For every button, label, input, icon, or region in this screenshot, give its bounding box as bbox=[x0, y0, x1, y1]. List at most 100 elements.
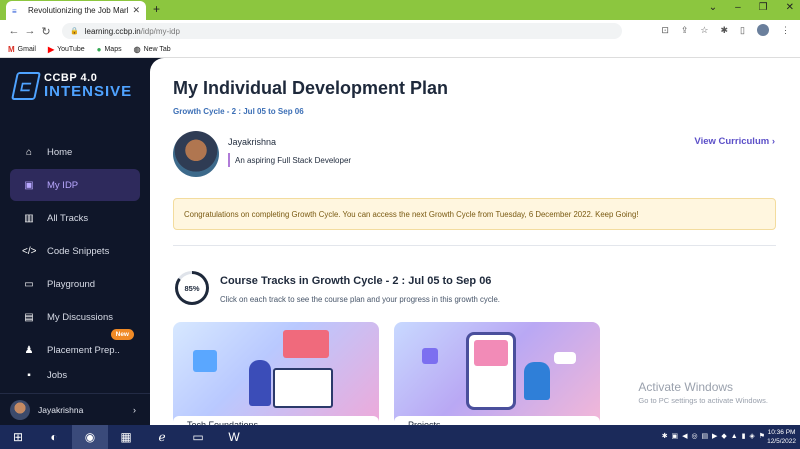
main-content: My Individual Development Plan Growth Cy… bbox=[150, 58, 800, 425]
menu-icon[interactable]: ⋮ bbox=[781, 25, 790, 36]
sidebar-item-label: Jobs bbox=[47, 370, 68, 381]
share-icon[interactable]: ⇪ bbox=[681, 25, 689, 36]
person-illustration bbox=[249, 360, 271, 406]
profile-name: Jayakrishna bbox=[228, 137, 277, 147]
window-controls: ⌄ – ❐ ✕ bbox=[709, 2, 794, 13]
track-card-label: Tech Foundations bbox=[173, 416, 379, 425]
course-tracks-title: Course Tracks in Growth Cycle - 2 : Jul … bbox=[220, 275, 492, 287]
browser-tab[interactable]: ≡ Revolutionizing the Job Market | ✕ bbox=[6, 1, 146, 20]
app-area: ⊏ CCBP 4.0 INTENSIVE ⌂ Home ▣ My IDP ▥ All Tr… bbox=[0, 58, 800, 425]
sidepanel-icon[interactable]: ▯ bbox=[740, 25, 745, 36]
track-card-label: Projects bbox=[394, 416, 600, 425]
sidebar-item-playground[interactable]: ▭ Playground bbox=[10, 268, 140, 300]
profile-tagline: An aspiring Full Stack Developer bbox=[228, 153, 351, 167]
bookmark-maps[interactable]: ● Maps bbox=[97, 45, 122, 54]
sidebar-user-name: Jayakrishna bbox=[38, 404, 84, 415]
view-curriculum-link[interactable]: View Curriculum › bbox=[694, 136, 775, 147]
forward-icon[interactable]: → bbox=[22, 25, 38, 37]
sidebar-item-placement-prep[interactable]: ♟ Placement Prep.. New bbox=[10, 329, 140, 366]
progress-ring: 85% bbox=[175, 271, 209, 305]
windows-start-icon[interactable]: ⊞ bbox=[0, 425, 36, 449]
sidebar-item-label: Placement Prep.. bbox=[47, 344, 120, 356]
extensions-icon[interactable]: ✱ bbox=[721, 25, 729, 36]
terminal-icon: ▭ bbox=[24, 278, 34, 290]
sidebar-item-home[interactable]: ⌂ Home bbox=[10, 136, 140, 168]
clock-date: 12/5/2022 bbox=[767, 438, 796, 445]
bookmark-label: Gmail bbox=[17, 46, 36, 53]
sidebar-item-label: All Tracks bbox=[47, 212, 89, 224]
restore-icon[interactable]: ❐ bbox=[759, 2, 768, 13]
windows-taskbar: ⊞ ◐ ◉ ▦ ℯ ▭ W ✱ ▣ ◀ ◎ ▤ ▶ ◆ ▲ ▮ ◈ ⚑ 10:3… bbox=[0, 425, 800, 449]
store-icon[interactable]: ▦ bbox=[108, 425, 144, 449]
bookmark-new-tab[interactable]: ◍ New Tab bbox=[134, 45, 171, 54]
chevron-right-icon: › bbox=[133, 404, 136, 415]
course-tracks-subtitle: Click on each track to see the course pl… bbox=[220, 295, 500, 304]
app-icon[interactable]: W bbox=[216, 425, 252, 449]
code-icon: </> bbox=[22, 245, 37, 257]
person-laptop-illustration bbox=[524, 362, 550, 400]
watermark-line1: Activate Windows bbox=[638, 380, 734, 394]
maps-icon: ● bbox=[96, 45, 102, 54]
globe-icon: ◍ bbox=[133, 45, 141, 54]
bookmark-star-icon[interactable]: ☆ bbox=[700, 25, 708, 36]
ccbp-logo-icon: ⊏ bbox=[11, 72, 41, 100]
youtube-icon: ▶ bbox=[47, 45, 55, 54]
profile-avatar[interactable] bbox=[757, 24, 769, 36]
browser-window: ≡ Revolutionizing the Job Market | ✕ + ⌄… bbox=[0, 0, 800, 449]
close-tab-icon[interactable]: ✕ bbox=[132, 5, 140, 16]
bookmark-label: New Tab bbox=[143, 46, 171, 53]
tab-search-icon[interactable]: ⌄ bbox=[709, 2, 717, 13]
ccbp-logo[interactable]: ⊏ CCBP 4.0 INTENSIVE bbox=[11, 72, 133, 100]
system-tray[interactable]: ✱ ▣ ◀ ◎ ▤ ▶ ◆ ▲ ▮ ◈ ⚑ bbox=[662, 432, 766, 440]
gmail-icon: M bbox=[8, 45, 15, 54]
profile-photo bbox=[173, 131, 219, 177]
tab-strip: ≡ Revolutionizing the Job Market | ✕ + ⌄… bbox=[0, 0, 800, 20]
address-bar[interactable]: 🔒 learning.ccbp.in/idp/my-idp bbox=[62, 23, 622, 39]
reload-icon[interactable]: ↻ bbox=[38, 25, 54, 38]
image-card-illustration bbox=[474, 340, 508, 366]
lock-illustration bbox=[422, 348, 438, 364]
bookmark-label: YouTube bbox=[57, 46, 85, 53]
sidebar-item-all-tracks[interactable]: ▥ All Tracks bbox=[10, 202, 140, 234]
url-path: /idp/my-idp bbox=[140, 26, 180, 36]
code-window-illustration bbox=[283, 330, 329, 358]
monitor-illustration bbox=[273, 368, 333, 408]
address-toolbar: ← → ↻ 🔒 learning.ccbp.in/idp/my-idp ⊡ ⇪ … bbox=[0, 20, 800, 42]
url-host: learning.ccbp.in bbox=[84, 26, 141, 36]
new-badge: New bbox=[110, 329, 134, 340]
sidebar-item-my-idp[interactable]: ▣ My IDP bbox=[10, 169, 140, 201]
sidebar-item-label: Code Snippets bbox=[47, 245, 110, 257]
taskbar-clock[interactable]: 10:36 PM 12/5/2022 bbox=[767, 428, 796, 446]
edge-icon[interactable]: ◐ bbox=[36, 425, 72, 449]
new-tab-button[interactable]: + bbox=[153, 2, 160, 16]
logo-line2: INTENSIVE bbox=[44, 83, 133, 100]
ccbp-favicon-icon: ≡ bbox=[12, 6, 17, 16]
sidebar-item-label: Home bbox=[47, 146, 73, 158]
track-card-projects[interactable]: Projects bbox=[394, 322, 600, 425]
bookmark-label: Maps bbox=[104, 46, 122, 53]
clock-time: 10:36 PM bbox=[767, 429, 796, 436]
chrome-icon[interactable]: ◉ bbox=[72, 425, 108, 449]
sidebar: ⊏ CCBP 4.0 INTENSIVE ⌂ Home ▣ My IDP ▥ All Tr… bbox=[0, 58, 150, 425]
sidebar-item-jobs[interactable]: ▪ Jobs bbox=[10, 367, 140, 381]
back-icon[interactable]: ← bbox=[6, 25, 22, 37]
minimize-icon[interactable]: – bbox=[735, 2, 741, 13]
bookmark-youtube[interactable]: ▶ YouTube bbox=[48, 45, 85, 54]
chat-bubble-illustration bbox=[554, 352, 576, 364]
file-explorer-icon[interactable]: ▭ bbox=[180, 425, 216, 449]
lock-icon[interactable]: 🔒 bbox=[70, 27, 79, 35]
briefcase-icon: ▪ bbox=[27, 370, 31, 381]
person-icon: ♟ bbox=[24, 344, 34, 356]
sidebar-user[interactable]: Jayakrishna › bbox=[0, 393, 150, 425]
ie-icon[interactable]: ℯ bbox=[144, 425, 180, 449]
progress-label: 85% bbox=[178, 274, 206, 302]
sidebar-item-label: My Discussions bbox=[47, 311, 113, 323]
sidebar-item-code-snippets[interactable]: </> Code Snippets bbox=[10, 235, 140, 267]
bookmarks-bar: M Gmail ▶ YouTube ● Maps ◍ New Tab bbox=[0, 42, 800, 58]
track-card-tech-foundations[interactable]: Tech Foundations bbox=[173, 322, 379, 425]
close-window-icon[interactable]: ✕ bbox=[786, 2, 794, 13]
user-avatar bbox=[10, 399, 30, 420]
install-icon[interactable]: ⊡ bbox=[661, 25, 669, 36]
sidebar-menu: ⌂ Home ▣ My IDP ▥ All Tracks </> Code Snippets ▭… bbox=[10, 136, 140, 382]
bookmark-gmail[interactable]: M Gmail bbox=[8, 45, 36, 54]
